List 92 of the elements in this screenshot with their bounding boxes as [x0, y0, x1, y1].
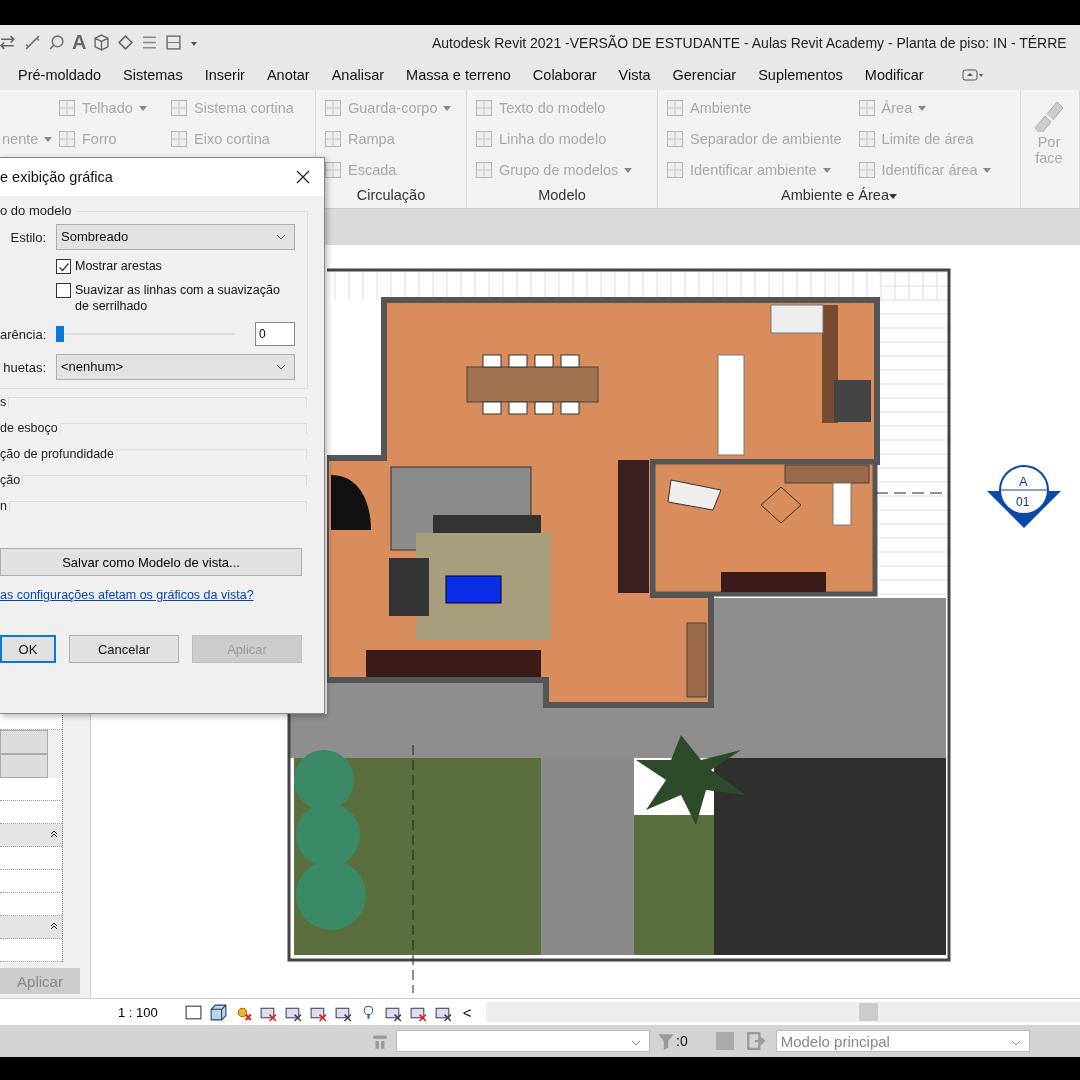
ribbon-tab[interactable]: Sistemas — [123, 67, 183, 83]
tool-icon — [170, 98, 188, 117]
tool-icon — [666, 129, 684, 148]
help-link[interactable]: as configurações afetam os gráficos da vista? — [0, 588, 324, 602]
ribbon-tab[interactable]: Modificar — [864, 67, 924, 83]
ribbon-tab[interactable]: Anotar — [266, 67, 310, 83]
caret-icon — [889, 192, 897, 200]
elevation-letter: A — [1019, 474, 1028, 489]
ribbon-tab[interactable]: Analisar — [331, 67, 385, 83]
tool-icon — [324, 129, 342, 148]
property-field[interactable] — [0, 754, 48, 778]
ribbon-tab[interactable]: Vista — [618, 67, 651, 83]
caret-icon — [44, 134, 53, 143]
checkbox-label: Mostrar arestas — [75, 258, 162, 274]
chevron-icon — [276, 364, 286, 370]
tool-icon — [170, 129, 188, 148]
chevron-icon — [631, 1040, 641, 1046]
text-tool[interactable]: A — [72, 31, 87, 54]
slider-thumb[interactable] — [56, 326, 64, 342]
ribbon-tab[interactable]: Suplementos — [758, 67, 843, 83]
window-title: Autodesk Revit 2021 -VERSÃO DE ESTUDANTE - Aulas Revit Academy - Planta de piso: IN - TÉRRE — [432, 34, 1067, 51]
tool-icon — [58, 98, 76, 117]
ribbon-tab[interactable]: Gerenciar — [672, 67, 737, 83]
checkbox-label: Suavizar as linhas com a suavização de serrilhado — [75, 282, 281, 314]
ribbon-tab[interactable]: Inserir — [204, 67, 245, 83]
caret-icon — [822, 165, 831, 174]
transparency-input[interactable]: 0 — [255, 322, 295, 346]
tool-icon — [324, 98, 342, 117]
property-field[interactable] — [0, 730, 48, 754]
ribbon-tab[interactable]: Colaborar — [532, 67, 597, 83]
chevron-icon — [276, 234, 286, 240]
measure-icon[interactable] — [24, 34, 41, 51]
property-row[interactable] — [0, 939, 62, 962]
group-title: o do modelo — [0, 203, 76, 218]
section-header[interactable]: ção de profundidade — [0, 447, 114, 461]
section-header[interactable]: de esboço — [0, 421, 58, 435]
view-scale[interactable]: 1 : 100 — [118, 1004, 158, 1020]
style-dropdown[interactable]: Sombreado — [56, 224, 295, 250]
save-template-button[interactable]: Salvar como Modelo de vista... — [0, 548, 302, 576]
ribbon-toggle-button[interactable] — [961, 69, 984, 81]
field-label: Estilo: — [9, 229, 46, 245]
property-row[interactable] — [0, 847, 62, 870]
field-label: huetas: — [2, 359, 46, 375]
tool-icon — [857, 98, 876, 117]
elevation-marker-drawing[interactable] — [986, 464, 1062, 530]
lines-icon[interactable] — [141, 34, 159, 51]
tool-icon — [475, 160, 493, 179]
silhouettes-dropdown[interactable]: <nenhum> — [56, 354, 295, 380]
collapse-icon[interactable] — [49, 921, 59, 931]
property-row[interactable] — [0, 870, 62, 893]
caret-icon — [443, 103, 452, 112]
tool-icon — [475, 129, 493, 148]
dialog-button[interactable]: OK — [0, 635, 56, 663]
design-option-dropdown[interactable]: Modelo principal — [775, 1030, 1030, 1052]
property-row[interactable] — [0, 801, 62, 824]
diamond-icon[interactable] — [117, 34, 135, 51]
ribbon-tab[interactable]: Massa e terreno — [406, 67, 511, 83]
section-header[interactable]: s — [0, 395, 7, 409]
caret-icon — [918, 103, 927, 112]
tool-icon — [58, 129, 76, 148]
collapse-icon[interactable] — [49, 829, 59, 839]
ribbon-tab[interactable]: Pré-moldado — [18, 67, 101, 83]
panel-title[interactable]: Ambiente e Área — [658, 183, 1020, 208]
elevation-number: 01 — [1016, 495, 1030, 509]
tool-icon — [666, 98, 684, 117]
dialog-button[interactable]: Cancelar — [69, 635, 179, 663]
selection-count: :0 — [676, 1033, 688, 1049]
panel-caret-icon — [961, 69, 984, 81]
close-icon — [296, 170, 310, 184]
property-row[interactable] — [0, 778, 62, 801]
caret-icon — [624, 165, 633, 174]
field-label: arência: — [0, 326, 46, 342]
section-header[interactable]: ção — [0, 473, 21, 487]
panel-title[interactable]: Modelo — [467, 183, 657, 208]
scroll-thumb[interactable] — [858, 1003, 878, 1021]
checkbox[interactable] — [56, 259, 71, 274]
dialog-title: e exibição gráfica — [0, 169, 113, 185]
checkbox[interactable] — [56, 283, 71, 298]
property-row[interactable] — [0, 893, 62, 916]
caret-icon — [983, 165, 992, 174]
chevron-icon — [1010, 1040, 1021, 1046]
arrows-icon[interactable] — [0, 34, 17, 51]
tool-icon — [857, 129, 876, 148]
tool-icon — [475, 98, 493, 117]
windows-icon[interactable] — [165, 34, 183, 51]
cube-icon[interactable] — [208, 1002, 228, 1022]
tool-icon — [666, 160, 684, 179]
more-button[interactable]: < — [458, 1003, 476, 1021]
caret-icon — [138, 103, 147, 112]
tool-icon — [857, 160, 876, 179]
section-header[interactable]: n — [0, 499, 7, 513]
cube-icon[interactable] — [93, 34, 111, 51]
